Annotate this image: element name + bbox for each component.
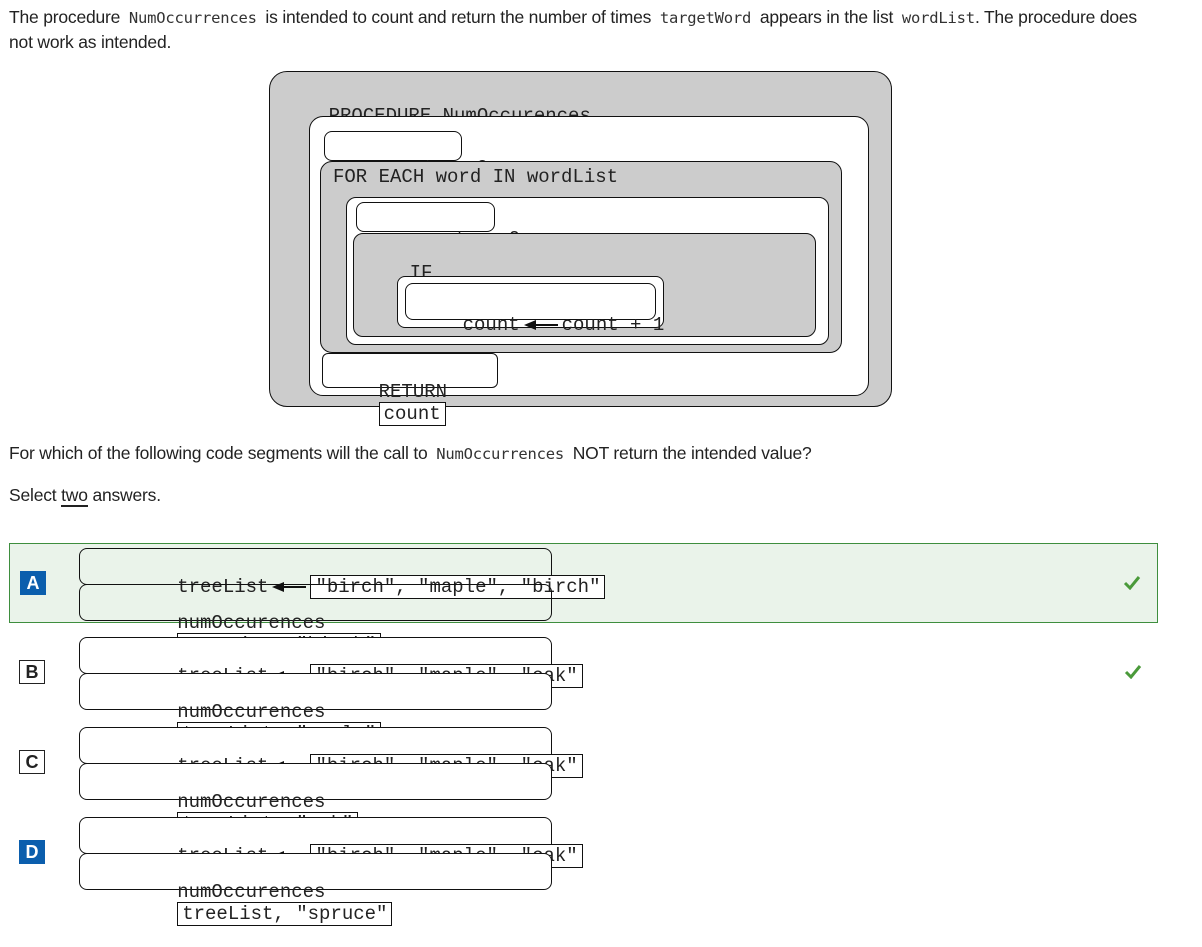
return-value: count [378, 402, 446, 426]
prompt-text: The procedure [9, 7, 121, 27]
list-var-code: wordList [901, 9, 975, 27]
option-letter-box[interactable]: D [19, 840, 45, 864]
answer-option-a[interactable]: A treeList "birch", "maple", "birch" numO… [9, 543, 1158, 657]
call-name: numOccurences [177, 701, 326, 723]
answer-option-d[interactable]: D treeList"birch", "maple", "oak" numOcc… [9, 813, 1158, 926]
instruction-emphasis: two [61, 485, 88, 507]
call-name: numOccurences [177, 612, 326, 634]
prompt-text: is intended to count and return the numb… [265, 7, 652, 27]
question-part: NOT return the intended value? [572, 443, 812, 463]
call-segment: numOccurences treeList, "oak" [79, 763, 552, 836]
instruction-text: Select two answers. [9, 485, 161, 507]
increment-lhs: count [462, 314, 520, 336]
instruction-prefix: Select [9, 485, 57, 505]
call-text: numOccurences treeList, "spruce" [86, 859, 393, 947]
target-var-code: targetWord [659, 9, 752, 27]
answer-option-b[interactable]: B treeList"birch", "maple", "oak" numOcc… [9, 633, 1158, 746]
assignment-segment: treeList"birch", "maple", "oak" [79, 817, 583, 868]
procedure-name-code: NumOccurrences [436, 445, 565, 463]
return-keyword: RETURN [378, 381, 448, 403]
assignment-segment: treeList"birch", "maple", "oak" [79, 637, 583, 688]
for-each-header: FOR EACH word IN wordList [333, 166, 619, 188]
increment-rhs: count + 1 [561, 314, 665, 336]
check-icon [1124, 665, 1142, 679]
answer-option-c[interactable]: C treeList"birch", "maple", "oak" numOcc… [9, 723, 1158, 836]
increment-text: count count + 1 [417, 292, 665, 358]
assign-arrow-icon [523, 319, 558, 330]
option-letter-box[interactable]: B [19, 660, 45, 684]
instruction-suffix: answers. [92, 485, 161, 505]
question-part: For which of the following code segments… [9, 443, 428, 463]
check-icon [1123, 576, 1141, 590]
assignment-segment: treeList"birch", "maple", "oak" [79, 727, 583, 778]
return-text: RETURN count [333, 359, 447, 447]
call-segment: numOccurences treeList, "maple" [79, 673, 552, 746]
call-segment: numOccurences treeList, "spruce" [79, 853, 552, 926]
call-segment: numOccurences treeList, "birch" [79, 584, 552, 657]
prompt-text: appears in the list [759, 7, 894, 27]
option-letter-box[interactable]: A [20, 571, 46, 595]
call-name: numOccurences [177, 791, 326, 813]
option-letter-box[interactable]: C [19, 750, 45, 774]
call-name: numOccurences [177, 881, 326, 903]
call-args: treeList, "spruce" [177, 902, 393, 926]
question-prompt: The procedure NumOccurrences is intended… [9, 5, 1159, 54]
question-text: For which of the following code segments… [9, 443, 812, 464]
procedure-name-code: NumOccurrences [128, 9, 257, 27]
assignment-segment: treeList "birch", "maple", "birch" [79, 548, 606, 599]
